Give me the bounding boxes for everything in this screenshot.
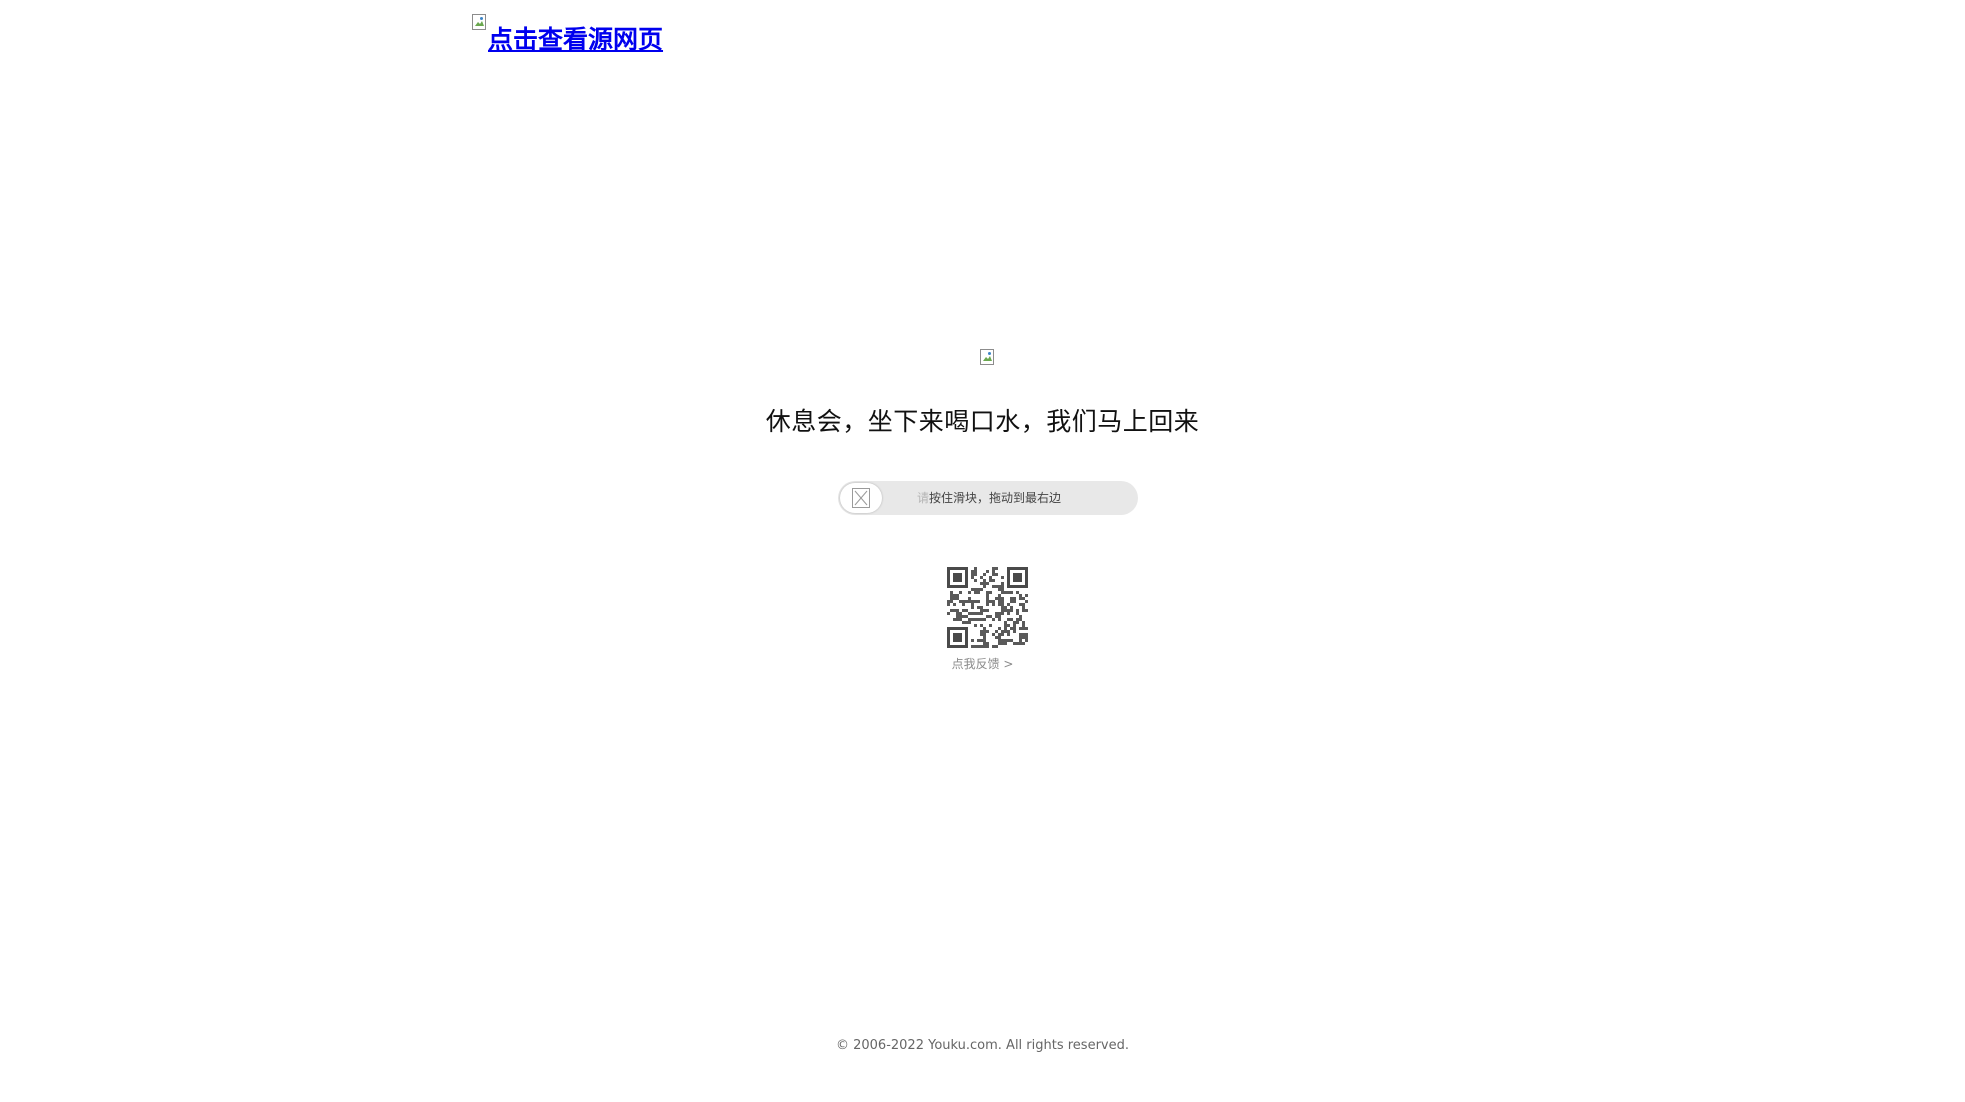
slider-hint-faded: 请 — [916, 491, 929, 505]
page-headline: 休息会，坐下来喝口水，我们马上回来 — [765, 407, 1200, 436]
broken-image-icon — [852, 488, 870, 508]
source-page-link[interactable]: 点击查看源网页 — [472, 14, 663, 52]
page: 点击查看源网页 休息会，坐下来喝口水，我们马上回来 请按住滑块，拖动到最右边 点… — [0, 0, 1965, 1102]
source-link-label[interactable]: 点击查看源网页 — [488, 27, 663, 52]
slider-handle[interactable] — [840, 483, 882, 513]
slider-hint: 请按住滑块，拖动到最右边 — [838, 481, 1138, 515]
qr-code-icon — [947, 567, 1028, 648]
slider-hint-text: 按住滑块，拖动到最右边 — [929, 491, 1062, 505]
broken-image-icon — [472, 14, 488, 30]
verification-slider[interactable]: 请按住滑块，拖动到最右边 — [838, 481, 1138, 515]
feedback-link[interactable]: 点我反馈 > — [0, 655, 1965, 672]
copyright-text: © 2006-2022 Youku.com. All rights reserv… — [835, 1038, 1129, 1053]
broken-image-icon — [980, 349, 996, 365]
